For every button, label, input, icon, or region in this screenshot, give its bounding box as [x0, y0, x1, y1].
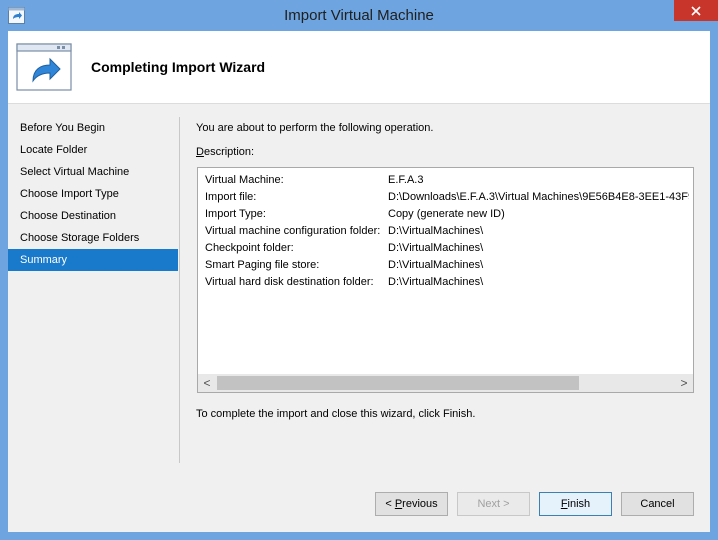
- desc-value: D:\VirtualMachines\: [388, 276, 484, 288]
- description-rows: Virtual Machine: E.F.A.3 Import file: D:…: [205, 172, 689, 291]
- nav-step-before-you-begin[interactable]: Before You Begin: [8, 117, 178, 139]
- finish-mnemonic: F: [560, 498, 568, 510]
- desc-row: Virtual machine configuration folder: D:…: [205, 223, 689, 240]
- close-icon: [691, 5, 701, 16]
- desc-key: Virtual Machine:: [205, 174, 284, 186]
- wizard-client-area: Completing Import Wizard Before You Begi…: [8, 31, 710, 532]
- desc-key: Import Type:: [205, 208, 266, 220]
- next-button[interactable]: Next >: [457, 492, 530, 516]
- desc-row: Smart Paging file store: D:\VirtualMachi…: [205, 257, 689, 274]
- desc-value: D:\VirtualMachines\: [388, 259, 484, 271]
- desc-value: E.F.A.3: [388, 174, 424, 186]
- desc-key: Checkpoint folder:: [205, 242, 294, 254]
- previous-mnemonic: P: [394, 498, 403, 510]
- description-label-rest: escription:: [203, 146, 255, 158]
- scroll-left-icon[interactable]: <: [198, 374, 216, 392]
- intro-text: You are about to perform the following o…: [196, 122, 434, 134]
- desc-value: D:\VirtualMachines\: [388, 225, 484, 237]
- previous-rest: revious: [402, 498, 438, 510]
- previous-button[interactable]: < Previous: [375, 492, 448, 516]
- nav-step-select-virtual-machine[interactable]: Select Virtual Machine: [8, 161, 178, 183]
- desc-row: Import Type: Copy (generate new ID): [205, 206, 689, 223]
- wizard-header: Completing Import Wizard: [8, 31, 710, 104]
- cancel-button[interactable]: Cancel: [621, 492, 694, 516]
- finish-button[interactable]: Finish: [539, 492, 612, 516]
- desc-row: Virtual hard disk destination folder: D:…: [205, 274, 689, 291]
- desc-value: D:\VirtualMachines\: [388, 242, 484, 254]
- desc-row: Checkpoint folder: D:\VirtualMachines\: [205, 240, 689, 257]
- description-mnemonic: D: [196, 146, 204, 158]
- title-bar[interactable]: Import Virtual Machine: [0, 0, 718, 31]
- desc-row: Virtual Machine: E.F.A.3: [205, 172, 689, 189]
- close-button[interactable]: [674, 0, 718, 21]
- scroll-thumb[interactable]: [217, 376, 579, 390]
- description-box[interactable]: Virtual Machine: E.F.A.3 Import file: D:…: [197, 167, 694, 393]
- description-label: Description:: [196, 146, 254, 158]
- desc-key: Smart Paging file store:: [205, 259, 320, 271]
- horizontal-scrollbar[interactable]: < >: [198, 374, 693, 392]
- desc-key: Virtual hard disk destination folder:: [205, 276, 374, 288]
- nav-divider: [179, 117, 180, 463]
- window-title: Import Virtual Machine: [284, 7, 434, 24]
- finish-rest: inish: [567, 498, 591, 510]
- finish-instructions: To complete the import and close this wi…: [196, 408, 476, 420]
- nav-step-choose-import-type[interactable]: Choose Import Type: [8, 183, 178, 205]
- desc-row: Import file: D:\Downloads\E.F.A.3\Virtua…: [205, 189, 689, 206]
- nav-step-locate-folder[interactable]: Locate Folder: [8, 139, 178, 161]
- desc-key: Import file:: [205, 191, 257, 203]
- nav-step-summary[interactable]: Summary: [8, 249, 178, 271]
- scroll-right-icon[interactable]: >: [675, 374, 693, 392]
- import-wizard-window: Import Virtual Machine Completing Import…: [0, 0, 718, 540]
- desc-value: Copy (generate new ID): [388, 208, 505, 220]
- nav-step-choose-destination[interactable]: Choose Destination: [8, 205, 178, 227]
- wizard-arrow-icon: [16, 43, 72, 91]
- previous-prefix: <: [385, 498, 395, 510]
- wizard-steps-nav: Before You Begin Locate Folder Select Vi…: [8, 117, 178, 271]
- desc-value: D:\Downloads\E.F.A.3\Virtual Machines\9E…: [388, 191, 689, 203]
- desc-key: Virtual machine configuration folder:: [205, 225, 381, 237]
- page-title: Completing Import Wizard: [91, 59, 266, 75]
- nav-step-choose-storage-folders[interactable]: Choose Storage Folders: [8, 227, 178, 249]
